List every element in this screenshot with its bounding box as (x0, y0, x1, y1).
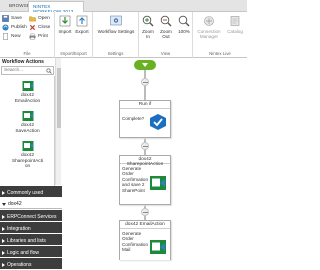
import-button[interactable]: Import (58, 15, 72, 34)
ribbon-group-settings: Workflow Settings Settings (93, 12, 139, 58)
category-libraries-and-lists[interactable]: Libraries and lists (0, 234, 62, 245)
actions-scrollbar[interactable] (55, 58, 61, 185)
catalog-icon (230, 16, 240, 26)
sharepoint-action-node[interactable]: dox42 SharepointAction Generate Order Co… (119, 155, 171, 205)
search-input[interactable]: Search... (4, 68, 23, 73)
ribbon-group-label-view: View (160, 51, 171, 56)
connection-manager-button[interactable]: Connection Manager (194, 15, 224, 39)
ribbon-group-label-settings: Settings (107, 51, 124, 56)
close-icon (29, 24, 36, 31)
actions-list: dox42 EmailAction dox42 SaveAction dox42… (0, 76, 55, 186)
category-integration[interactable]: Integration (0, 222, 62, 233)
email-action-title: dox42 EmailAction (120, 221, 170, 229)
ribbon-group-file: Save Publish New Open Close Print File (0, 12, 55, 58)
close-button[interactable]: Close (29, 23, 50, 32)
chevron-right-icon (2, 250, 5, 255)
save-icon (2, 15, 9, 22)
save-action-icon (22, 111, 33, 121)
email-action-icon (22, 81, 33, 91)
zoom-in-icon (142, 15, 154, 27)
publish-icon (2, 24, 9, 31)
search-box[interactable]: Search... (1, 66, 54, 75)
ribbon-group-label-import-export: Import/Export (60, 51, 87, 56)
ribbon-group-nintex-live: Connection Manager Catalog Nintex Live (193, 12, 247, 58)
settings-icon (110, 15, 122, 26)
sharepoint-action-icon (150, 176, 166, 190)
sharepoint-action-description: Generate Order Confirmation and save 2 S… (122, 166, 149, 193)
new-document-icon (3, 33, 8, 40)
action-dox42-email[interactable]: dox42 EmailAction (0, 80, 55, 104)
tab-nintex-workflow[interactable]: NINTEX WORKFLOW 2013 (28, 1, 84, 14)
catalog-button[interactable]: Catalog (226, 15, 244, 34)
chevron-right-icon (2, 226, 5, 231)
zoom-in-button[interactable]: Zoom In (140, 15, 156, 39)
ribbon-group-label-file: File (23, 51, 31, 56)
email-action-node[interactable]: dox42 EmailAction Generate Order Confirm… (119, 220, 171, 260)
chevron-right-icon (2, 262, 5, 267)
run-if-text: Complete? (122, 116, 145, 121)
chevron-down-icon (2, 202, 6, 206)
scrollbar-thumb[interactable] (57, 68, 61, 128)
drop-zone[interactable] (141, 78, 149, 86)
chevron-right-icon (2, 190, 5, 195)
zoom-out-icon (160, 15, 172, 27)
new-button[interactable]: New (2, 32, 21, 41)
category-commonly-used[interactable]: Commonly used (0, 186, 62, 197)
email-action-icon (150, 240, 166, 254)
category-list: Commonly used dox42 ERPConnect Services … (0, 186, 62, 270)
export-button[interactable]: Export (75, 15, 89, 34)
sharepoint-action-title: dox42 SharepointAction (120, 156, 170, 167)
connection-manager-icon (204, 16, 214, 26)
category-dox42[interactable]: dox42 (0, 198, 62, 209)
action-dox42-save[interactable]: dox42 SaveAction (0, 110, 55, 134)
publish-button[interactable]: Publish (2, 23, 27, 32)
zoom-level-button[interactable]: 100% (176, 15, 192, 34)
chevron-right-icon (2, 238, 5, 243)
ribbon: Save Publish New Open Close Print File I… (0, 12, 247, 58)
run-if-node[interactable]: Run if Complete? (119, 100, 171, 138)
tab-browse[interactable]: BROWSE (9, 3, 30, 8)
zoom-out-button[interactable]: Zoom Out (158, 15, 174, 39)
workflow-start-node (134, 60, 156, 70)
workflow-actions-title: Workflow Actions (0, 58, 55, 66)
ribbon-group-import-export: Import Export Import/Export (55, 12, 93, 58)
category-logic-and-flow[interactable]: Logic and flow (0, 246, 62, 257)
import-icon (59, 15, 71, 27)
open-button[interactable]: Open (29, 14, 50, 23)
ribbon-tabs: BROWSE NINTEX WORKFLOW 2013 (0, 0, 247, 14)
save-button[interactable]: Save (2, 14, 22, 23)
print-icon (29, 33, 36, 40)
chevron-right-icon (2, 214, 5, 219)
run-if-icon (150, 114, 166, 130)
start-arrow-icon (142, 63, 148, 67)
ribbon-group-view: Zoom In Zoom Out 100% View (139, 12, 193, 58)
workflow-settings-button[interactable]: Workflow Settings (95, 15, 137, 34)
zoom-100-icon (178, 15, 190, 27)
print-button[interactable]: Print (29, 32, 48, 41)
sharepoint-action-icon (22, 141, 33, 151)
search-icon[interactable] (46, 68, 52, 74)
folder-icon (29, 16, 36, 22)
ribbon-group-label-nintex-live: Nintex Live (209, 51, 231, 56)
drop-zone[interactable] (141, 208, 149, 216)
email-action-description: Generate Order Confirmation Mail (122, 231, 149, 253)
run-if-title: Run if (120, 101, 170, 109)
drop-zone[interactable] (141, 142, 149, 150)
export-icon (76, 15, 88, 27)
category-erpconnect-services[interactable]: ERPConnect Services (0, 210, 62, 221)
action-dox42-sharepoint[interactable]: dox42 SharepointActi on (0, 140, 55, 170)
